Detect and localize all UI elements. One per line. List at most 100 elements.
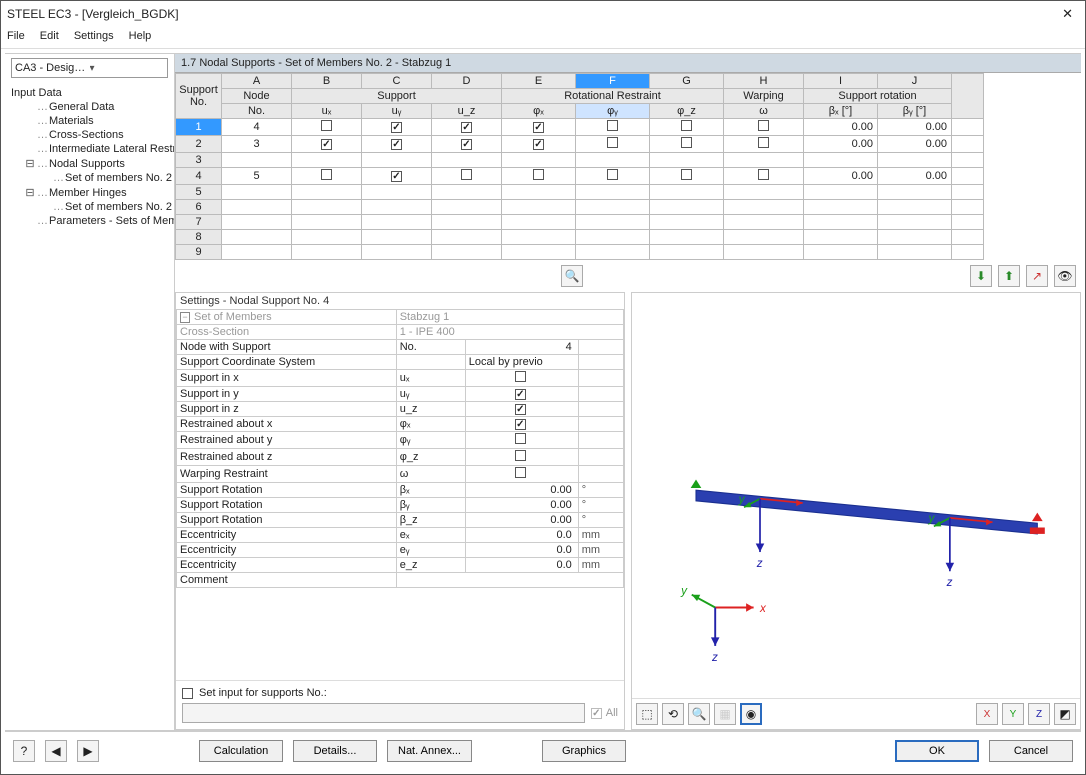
- prop-checkbox[interactable]: [515, 404, 526, 415]
- grid-checkbox[interactable]: [681, 120, 692, 131]
- sidebar: CA3 - Design according to Euro...▾ Input…: [5, 54, 175, 730]
- prop-checkbox[interactable]: [515, 419, 526, 430]
- grid-checkbox[interactable]: [391, 139, 402, 150]
- set-input-field[interactable]: [182, 703, 585, 723]
- calculation-button[interactable]: Calculation: [199, 740, 283, 762]
- tree-item[interactable]: Materials: [7, 114, 172, 128]
- cancel-button[interactable]: Cancel: [989, 740, 1073, 762]
- prop-checkbox[interactable]: [515, 433, 526, 444]
- menu-help[interactable]: Help: [129, 30, 152, 42]
- titlebar: STEEL EC3 - [Vergleich_BGDK] ✕: [1, 1, 1085, 27]
- tree-item[interactable]: ⊟Member Hinges: [7, 185, 172, 200]
- footer: ? ◀ ▶ Calculation Details... Nat. Annex.…: [5, 731, 1081, 770]
- menu-settings[interactable]: Settings: [74, 30, 114, 42]
- grid-checkbox[interactable]: [321, 169, 332, 180]
- content: CA3 - Design according to Euro...▾ Input…: [1, 49, 1085, 774]
- prev-button[interactable]: ◀: [45, 740, 67, 762]
- grid-checkbox[interactable]: [607, 169, 618, 180]
- graphics-button[interactable]: Graphics: [542, 740, 626, 762]
- set-input-checkbox[interactable]: [182, 688, 193, 699]
- grid-checkbox[interactable]: [681, 137, 692, 148]
- prop-checkbox[interactable]: [515, 450, 526, 461]
- tree-item[interactable]: Cross-Sections: [7, 128, 172, 142]
- svg-text:y: y: [738, 493, 746, 506]
- grid-checkbox[interactable]: [607, 137, 618, 148]
- chevron-down-icon: ▾: [90, 63, 165, 74]
- grid-checkbox[interactable]: [758, 120, 769, 131]
- grid-checkbox[interactable]: [533, 169, 544, 180]
- svg-text:z: z: [711, 651, 718, 664]
- grid-checkbox[interactable]: [533, 122, 544, 133]
- view-z-icon[interactable]: Z: [1028, 703, 1050, 725]
- close-icon[interactable]: ✕: [1056, 6, 1079, 22]
- preview-3d[interactable]: y z y z x: [632, 293, 1080, 698]
- preview-toolbar: ⬚ ⟲ 🔍 ▦ ◉ X Y Z ◩: [632, 698, 1080, 729]
- grid-checkbox[interactable]: [461, 122, 472, 133]
- properties-title: Settings - Nodal Support No. 4: [176, 293, 624, 309]
- iso-view-icon[interactable]: ◩: [1054, 703, 1076, 725]
- tree-item[interactable]: Parameters - Sets of Members: [7, 214, 172, 228]
- menubar: File Edit Settings Help: [1, 27, 1085, 49]
- help-button[interactable]: ?: [13, 740, 35, 762]
- tree-item[interactable]: Set of members No. 2 - Sta: [7, 200, 172, 214]
- set-input-label: Set input for supports No.:: [199, 687, 327, 699]
- nav-tree[interactable]: Input DataGeneral DataMaterialsCross-Sec…: [5, 82, 174, 730]
- zoom-view-icon[interactable]: 🔍: [688, 703, 710, 725]
- select-in-view-icon[interactable]: ⬚: [636, 703, 658, 725]
- grid-checkbox[interactable]: [533, 139, 544, 150]
- tree-item[interactable]: Input Data: [7, 86, 172, 100]
- details-button[interactable]: Details...: [293, 740, 377, 762]
- zoom-icon[interactable]: 🔍: [561, 265, 583, 287]
- section-title: 1.7 Nodal Supports - Set of Members No. …: [175, 54, 1081, 73]
- pick-icon[interactable]: ↗: [1026, 265, 1048, 287]
- app-window: STEEL EC3 - [Vergleich_BGDK] ✕ File Edit…: [0, 0, 1086, 775]
- grid-view-icon[interactable]: ▦: [714, 703, 736, 725]
- prop-checkbox[interactable]: [515, 467, 526, 478]
- properties-table[interactable]: −Set of MembersStabzug 1 Cross-Section1 …: [176, 309, 624, 588]
- supports-grid[interactable]: Support No.ABCDEFGHIJNodeSupportRotation…: [175, 73, 984, 260]
- nat-annex-button[interactable]: Nat. Annex...: [387, 740, 472, 762]
- tree-item[interactable]: General Data: [7, 100, 172, 114]
- menu-file[interactable]: File: [7, 30, 25, 42]
- view-x-icon[interactable]: X: [976, 703, 998, 725]
- grid-checkbox[interactable]: [607, 120, 618, 131]
- tree-item[interactable]: Set of members No. 2 - Sta: [7, 171, 172, 185]
- all-checkbox: [591, 708, 602, 719]
- design-case-combo[interactable]: CA3 - Design according to Euro...▾: [11, 58, 168, 78]
- preview-panel: y z y z x: [631, 292, 1081, 730]
- grid-checkbox[interactable]: [461, 139, 472, 150]
- tree-toggle-icon[interactable]: ⊟: [25, 157, 35, 170]
- grid-area[interactable]: Support No.ABCDEFGHIJNodeSupportRotation…: [175, 73, 1081, 260]
- svg-text:y: y: [928, 512, 936, 525]
- grid-checkbox[interactable]: [321, 120, 332, 131]
- grid-checkbox[interactable]: [681, 169, 692, 180]
- tree-item[interactable]: ⊟Nodal Supports: [7, 156, 172, 171]
- grid-toolbar: 🔍 ⬇ ⬆ ↗ 👁: [175, 262, 1081, 290]
- set-input-area: Set input for supports No.: All: [176, 680, 624, 729]
- svg-text:y: y: [680, 585, 688, 598]
- view-y-icon[interactable]: Y: [1002, 703, 1024, 725]
- import-excel-icon[interactable]: ⬆: [998, 265, 1020, 287]
- next-button[interactable]: ▶: [77, 740, 99, 762]
- main-panel: 1.7 Nodal Supports - Set of Members No. …: [175, 54, 1081, 730]
- prop-checkbox[interactable]: [515, 371, 526, 382]
- tree-toggle-icon[interactable]: ⊟: [25, 186, 35, 199]
- rotate-icon[interactable]: ⟲: [662, 703, 684, 725]
- grid-checkbox[interactable]: [321, 139, 332, 150]
- export-excel-icon[interactable]: ⬇: [970, 265, 992, 287]
- grid-checkbox[interactable]: [758, 169, 769, 180]
- grid-checkbox[interactable]: [391, 171, 402, 182]
- view-icon[interactable]: 👁: [1054, 265, 1076, 287]
- grid-checkbox[interactable]: [758, 137, 769, 148]
- window-title: STEEL EC3 - [Vergleich_BGDK]: [7, 7, 1056, 21]
- prop-checkbox[interactable]: [515, 389, 526, 400]
- grid-checkbox[interactable]: [391, 122, 402, 133]
- lower-panels: Settings - Nodal Support No. 4 −Set of M…: [175, 292, 1081, 730]
- menu-edit[interactable]: Edit: [40, 30, 59, 42]
- svg-text:z: z: [946, 576, 953, 589]
- grid-checkbox[interactable]: [461, 169, 472, 180]
- properties-panel: Settings - Nodal Support No. 4 −Set of M…: [175, 292, 625, 730]
- ok-button[interactable]: OK: [895, 740, 979, 762]
- tree-item[interactable]: Intermediate Lateral Restraints: [7, 142, 172, 156]
- show-supports-icon[interactable]: ◉: [740, 703, 762, 725]
